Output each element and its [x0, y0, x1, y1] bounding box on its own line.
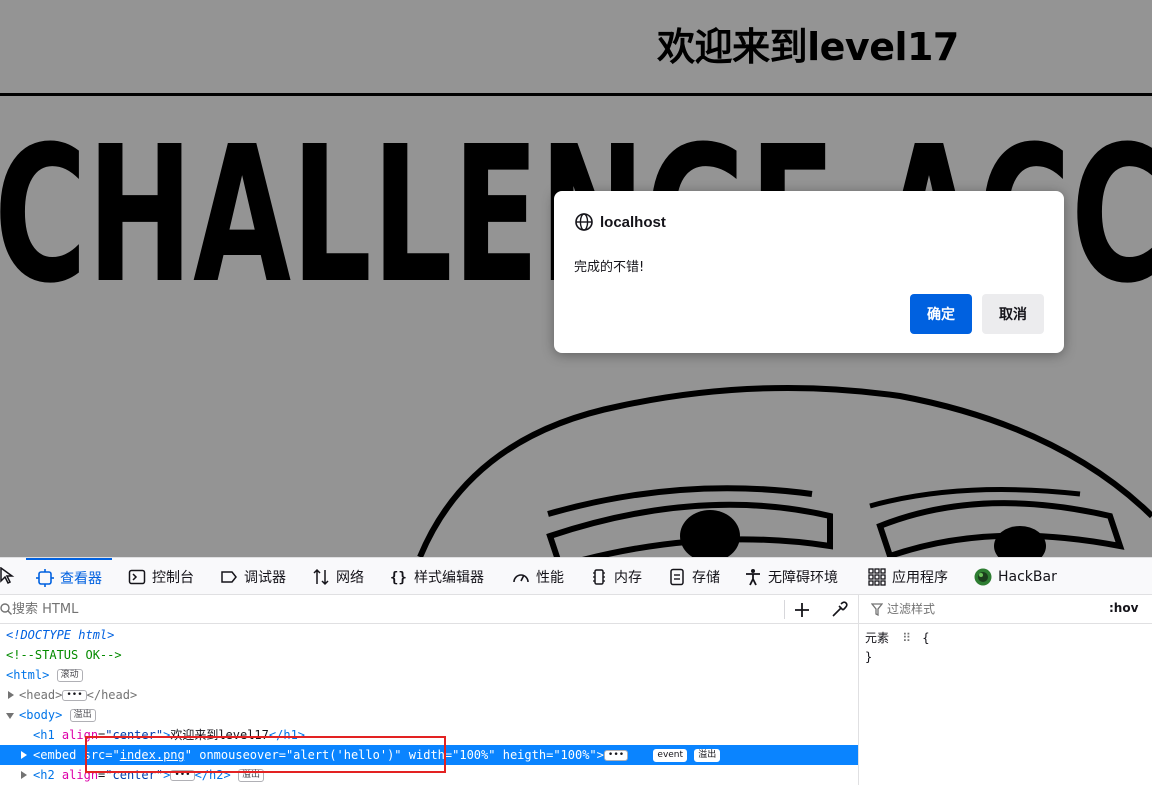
dialog-message: 完成的不错! [574, 260, 645, 275]
tab-label: 应用程序 [892, 569, 948, 586]
markup-line-comment[interactable]: <!--STATUS OK--> [0, 645, 858, 665]
add-node-icon[interactable] [794, 602, 810, 618]
application-icon [868, 567, 886, 586]
event-badge[interactable]: event [653, 749, 688, 762]
expand-toggle-icon[interactable] [21, 751, 27, 759]
tab-label: HackBar [998, 568, 1057, 585]
overflow-badge[interactable]: 溢出 [694, 749, 721, 762]
tab-accessibility[interactable]: 无障碍环境 [744, 558, 838, 595]
markup-line-body[interactable]: <body> 溢出 [0, 705, 858, 725]
scroll-badge[interactable]: 滚动 [56, 669, 83, 682]
annotation-highlight-box [85, 736, 446, 773]
hover-state-toggle[interactable]: :hov [1109, 601, 1138, 615]
tab-label: 控制台 [152, 569, 194, 586]
dialog-origin: localhost [600, 213, 666, 231]
storage-icon [670, 568, 684, 585]
tab-label: 无障碍环境 [768, 569, 838, 586]
collapsed-content-button[interactable]: ••• [62, 690, 87, 701]
tab-label: 性能 [536, 569, 564, 586]
console-icon [128, 569, 146, 584]
expand-toggle-icon[interactable] [8, 691, 14, 699]
dialog-header: localhost [574, 212, 666, 232]
tab-performance[interactable]: 性能 [512, 558, 564, 595]
rules-filter-bar: :hov [859, 595, 1152, 624]
search-icon [0, 603, 12, 615]
tab-console[interactable]: 控制台 [128, 558, 194, 595]
markup-search-bar [0, 595, 858, 624]
tab-debugger[interactable]: 调试器 [220, 558, 286, 595]
overflow-badge[interactable]: 溢出 [69, 709, 96, 722]
hackbar-icon [974, 568, 992, 585]
element-picker-icon[interactable] [0, 567, 16, 585]
tab-label: 网络 [336, 569, 364, 586]
element-rule-label: 元素 [865, 631, 890, 645]
devtools-tabbar: 查看器 控制台 调试器 网络 {} 样式编辑器 性能 内存 存储 无障碍环境 应… [0, 558, 1152, 595]
filter-styles-input[interactable] [887, 600, 1087, 618]
tab-label: 样式编辑器 [414, 569, 484, 586]
expand-toggle-icon[interactable] [21, 771, 27, 779]
grid-icon[interactable]: ⠿ [902, 631, 911, 645]
tab-network[interactable]: 网络 [312, 558, 364, 595]
tab-label: 内存 [614, 569, 642, 586]
tab-label: 调试器 [244, 569, 286, 586]
search-input[interactable] [12, 599, 772, 619]
tab-memory[interactable]: 内存 [590, 558, 642, 595]
globe-icon [575, 213, 593, 231]
inspector-icon [36, 568, 54, 587]
tab-storage[interactable]: 存储 [668, 558, 720, 595]
memory-icon [593, 568, 605, 585]
ok-button[interactable]: 确定 [910, 294, 972, 334]
cancel-button[interactable]: 取消 [982, 294, 1044, 334]
style-editor-icon: {} [390, 570, 407, 586]
debugger-icon [221, 570, 237, 583]
tab-label: 存储 [692, 569, 720, 586]
tab-inspector[interactable]: 查看器 [26, 558, 112, 595]
rules-panel: :hov 元素 ⠿ { } [858, 595, 1152, 785]
alert-dialog: localhost 完成的不错! 确定 取消 [554, 191, 1064, 353]
tab-label: 查看器 [60, 570, 102, 587]
element-style-rule[interactable]: 元素 ⠿ { } [865, 629, 930, 667]
markup-line-head[interactable]: <head> ••• </head> [0, 685, 858, 705]
svg-text:{}: {} [390, 570, 407, 586]
tab-style-editor[interactable]: {} 样式编辑器 [390, 558, 484, 595]
tab-application[interactable]: 应用程序 [868, 558, 948, 595]
performance-icon [513, 573, 529, 582]
accessibility-icon [746, 568, 760, 585]
collapse-toggle-icon[interactable] [6, 713, 14, 719]
markup-line-html[interactable]: <html> 滚动 [0, 665, 858, 685]
collapsed-content-button[interactable]: ••• [603, 750, 629, 761]
filter-icon [871, 603, 883, 616]
toolbar-separator [784, 600, 785, 619]
eyedropper-icon[interactable] [830, 601, 848, 619]
tab-hackbar[interactable]: HackBar [974, 558, 1057, 595]
network-icon [313, 568, 329, 585]
markup-line-doctype[interactable]: <!DOCTYPE html> [0, 625, 858, 645]
